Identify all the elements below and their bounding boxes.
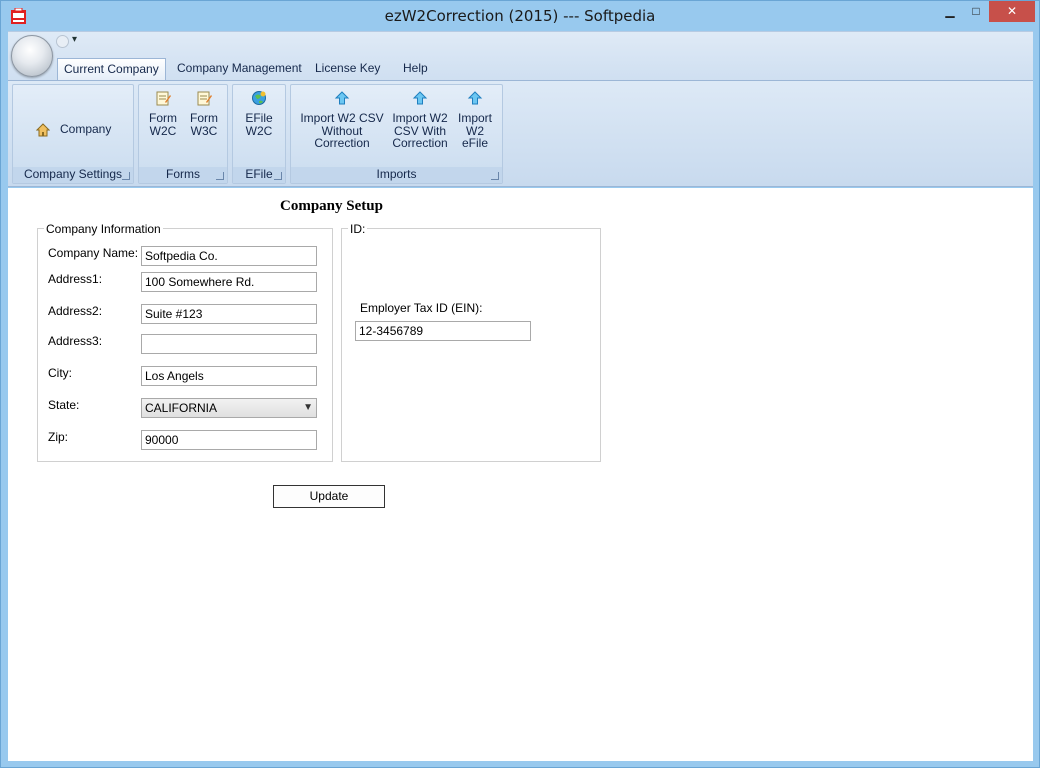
tab-current-company[interactable]: Current Company — [57, 58, 166, 80]
dialog-launcher-icon[interactable] — [122, 172, 130, 180]
minimize-button[interactable]: ▁ — [936, 1, 964, 22]
efile-w2c-label: EFile W2C — [245, 111, 273, 138]
quick-access-toolbar: ▾ — [56, 34, 82, 49]
page-title: Company Setup — [280, 198, 383, 214]
house-icon — [36, 123, 50, 137]
group-label-imports: Imports — [291, 167, 502, 183]
up-arrow-icon — [334, 91, 350, 105]
state-label: State: — [48, 398, 80, 412]
address3-input[interactable] — [141, 334, 317, 354]
form-w3c-button[interactable]: Form W3C — [186, 90, 222, 137]
dialog-launcher-icon[interactable] — [216, 172, 224, 180]
tab-license-key[interactable]: License Key — [309, 58, 386, 80]
quick-access-button[interactable] — [56, 35, 69, 48]
state-select[interactable]: CALIFORNIA ▼ — [141, 398, 317, 418]
company-name-input[interactable]: Softpedia Co. — [141, 246, 317, 266]
window-title: ezW2Correction (2015) --- Softpedia — [384, 7, 656, 25]
import-efile-label: Import W2 eFile — [457, 111, 492, 150]
group-imports: Import W2 CSV Without Correction Import … — [290, 84, 503, 184]
zip-input[interactable]: 90000 — [141, 430, 317, 450]
address2-label: Address2: — [48, 304, 103, 318]
import-without-correction-label: Import W2 CSV Without Correction — [300, 111, 384, 150]
import-w2-csv-without-correction-button[interactable]: Import W2 CSV Without Correction — [297, 90, 387, 150]
company-information-legend: Company Information — [44, 222, 163, 236]
title-bar: ezW2Correction (2015) --- Softpedia ▁ □ … — [1, 1, 1039, 31]
globe-icon — [252, 91, 266, 105]
form-w2c-label: Form W2C — [149, 111, 177, 138]
import-with-correction-label: Import W2 CSV With Correction — [392, 111, 448, 150]
up-arrow-icon — [467, 91, 483, 105]
import-w2-efile-button[interactable]: Import W2 eFile — [454, 90, 496, 150]
maximize-button[interactable]: □ — [962, 1, 990, 22]
id-legend: ID: — [348, 222, 368, 236]
form-w3c-label: Form W3C — [190, 111, 218, 138]
group-forms: Form W2C Form W3C Forms — [138, 84, 228, 184]
city-input[interactable]: Los Angels — [141, 366, 317, 386]
up-arrow-icon — [412, 91, 428, 105]
group-efile: EFile W2C EFile — [232, 84, 286, 184]
main-content: Company Setup Company Information Compan… — [8, 188, 1033, 761]
zip-label: Zip: — [48, 430, 69, 444]
tab-company-management[interactable]: Company Management — [171, 58, 308, 80]
id-group: ID: Employer Tax ID (EIN): 12-3456789 — [341, 222, 601, 462]
address1-input[interactable]: 100 Somewhere Rd. — [141, 272, 317, 292]
tab-help[interactable]: Help — [397, 58, 434, 80]
address2-input[interactable]: Suite #123 — [141, 304, 317, 324]
state-select-value: CALIFORNIA — [145, 401, 218, 415]
company-button-label: Company — [60, 122, 112, 136]
group-label-forms: Forms — [139, 167, 227, 183]
form-w2c-button[interactable]: Form W2C — [145, 90, 181, 137]
address3-label: Address3: — [48, 334, 103, 348]
group-label-company-settings: Company Settings — [13, 167, 133, 183]
city-label: City: — [48, 366, 72, 380]
close-button[interactable]: ✕ — [989, 1, 1035, 22]
app-window: ezW2Correction (2015) --- Softpedia ▁ □ … — [0, 0, 1040, 768]
chevron-down-icon[interactable]: ▼ — [303, 401, 313, 414]
efile-w2c-button[interactable]: EFile W2C — [239, 90, 279, 137]
update-button[interactable]: Update — [273, 485, 385, 508]
group-company-settings: Company Company Settings — [12, 84, 134, 184]
dialog-launcher-icon[interactable] — [274, 172, 282, 180]
chevron-down-icon[interactable]: ▾ — [72, 34, 77, 45]
ein-label: Employer Tax ID (EIN): — [360, 301, 483, 315]
ein-input[interactable]: 12-3456789 — [355, 321, 531, 341]
address1-label: Address1: — [48, 272, 103, 286]
application-menu-button[interactable] — [11, 35, 53, 77]
dialog-launcher-icon[interactable] — [491, 172, 499, 180]
form-edit-icon — [197, 91, 212, 106]
form-edit-icon — [156, 91, 171, 106]
company-name-label: Company Name: — [48, 246, 139, 260]
company-information-group: Company Information Company Name: Softpe… — [37, 222, 333, 462]
import-w2-csv-with-correction-button[interactable]: Import W2 CSV With Correction — [389, 90, 451, 150]
ribbon-panel: Company Company Settings Form W2C Form W… — [8, 80, 1033, 187]
